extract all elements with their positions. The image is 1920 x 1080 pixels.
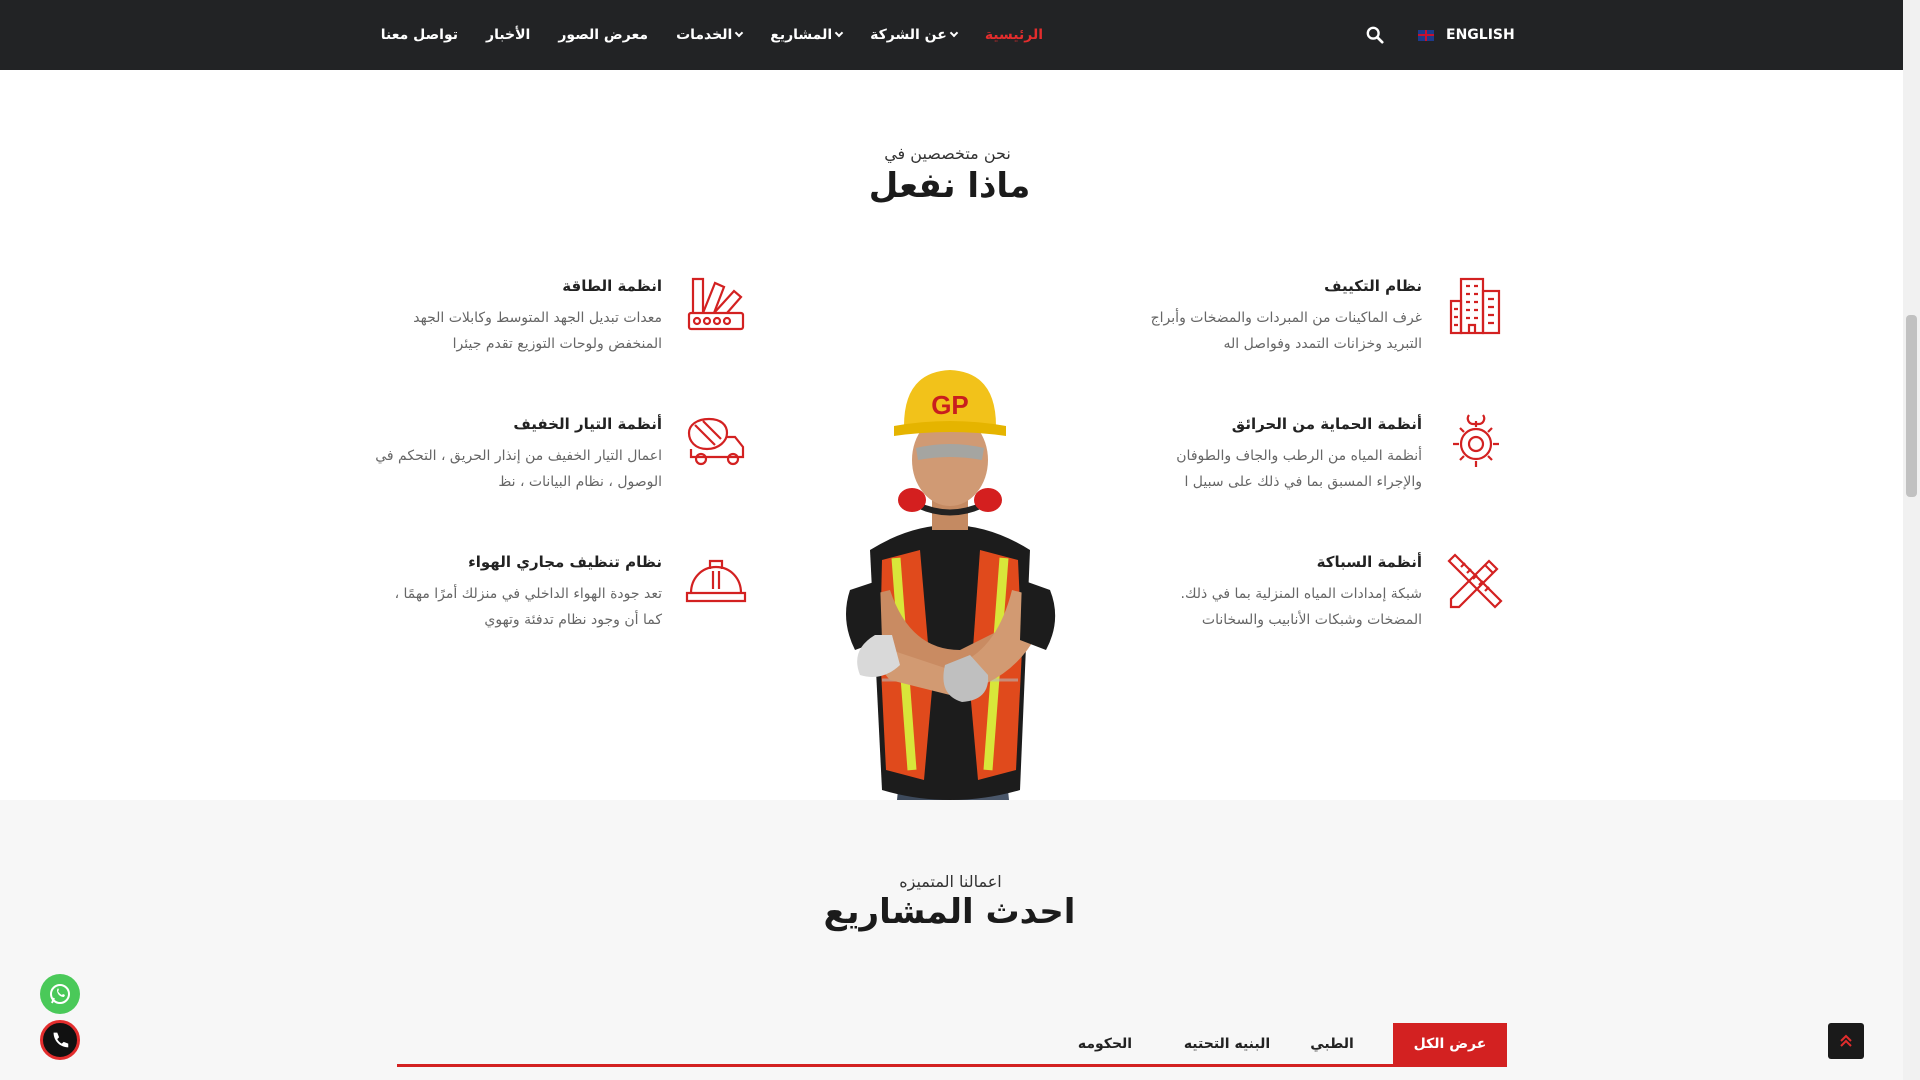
service-desc: غرف الماكينات من المبردات والمضخات وأبرا…	[1150, 310, 1422, 352]
service-duct-cleaning[interactable]: نظام تنظيف مجاري الهواء تعد جودة الهواء …	[367, 549, 747, 639]
service-title: أنظمة السباكة	[1316, 553, 1422, 571]
chevron-down-icon	[735, 28, 744, 38]
chevron-down-icon	[949, 28, 959, 38]
service-desc: اعمال التيار الخفيف من إنذار الحريق ، ال…	[375, 448, 662, 490]
service-ac[interactable]: نظام التكييف غرف الماكينات من المبردات و…	[1127, 273, 1507, 363]
nav-home[interactable]: الرئيسية	[985, 27, 1043, 43]
service-desc: أنظمة المياه من الرطب والجاف والطوفان وا…	[1176, 448, 1422, 490]
double-chevron-up-icon	[1840, 1034, 1852, 1047]
service-title: أنظمة التيار الخفيف	[513, 415, 662, 433]
chevron-down-icon	[834, 28, 844, 38]
nav-projects[interactable]: المشاريع	[770, 27, 844, 43]
call-button[interactable]	[40, 1020, 80, 1060]
whatsapp-button[interactable]	[40, 974, 80, 1014]
helmet-logo: GP	[931, 390, 969, 420]
viewport: ENGLISH الرئيسية عن الشركة المشاريع الخد…	[0, 0, 1920, 1080]
service-desc: معدات تبديل الجهد المتوسط وكابلات الجهد …	[413, 310, 662, 352]
nav-gallery[interactable]: معرض الصور	[558, 27, 648, 43]
service-title: أنظمة الحماية من الحرائق	[1231, 415, 1422, 433]
uk-flag-icon	[1418, 29, 1434, 41]
gear-wrench-icon	[1453, 414, 1499, 467]
service-title: انظمة الطاقة	[562, 277, 662, 295]
projects-filter-tabs: عرض الكل الطبي البنيه التحتيه الحكومه	[397, 1023, 1507, 1068]
service-fire[interactable]: أنظمة الحماية من الحرائق أنظمة المياه من…	[1127, 411, 1507, 501]
scrollbar-thumb[interactable]	[1906, 315, 1917, 497]
projects-title: احدث المشاريع	[823, 892, 1076, 932]
service-light-current[interactable]: أنظمة التيار الخفيف اعمال التيار الخفيف …	[367, 411, 747, 501]
service-desc: تعد جودة الهواء الداخلي في منزلك أمرًا م…	[394, 586, 662, 628]
nav-projects-label: المشاريع	[770, 27, 833, 43]
service-title: نظام التكييف	[1324, 277, 1422, 295]
service-plumbing[interactable]: أنظمة السباكة شبكة إمدادات المياه المنزل…	[1127, 549, 1507, 639]
pencil-ruler-icon	[1447, 553, 1503, 609]
language-switch[interactable]: ENGLISH	[1418, 0, 1515, 70]
nav-contact[interactable]: تواصل معنا	[381, 27, 458, 43]
swatches-icon	[687, 277, 745, 331]
mixer-truck-icon	[687, 417, 745, 466]
language-label: ENGLISH	[1446, 27, 1515, 43]
hard-hat-icon	[685, 559, 747, 603]
projects-eyebrow: اعمالنا المتميزه	[899, 872, 1002, 891]
services-eyebrow: نحن متخصصين في	[884, 144, 1011, 163]
nav-services-label: الخدمات	[676, 27, 733, 43]
whatsapp-icon	[50, 984, 70, 1004]
page-scrollbar[interactable]	[1903, 0, 1920, 1080]
nav-news[interactable]: الأخبار	[486, 27, 530, 43]
service-title: نظام تنظيف مجاري الهواء	[468, 553, 662, 571]
top-navbar: ENGLISH الرئيسية عن الشركة المشاريع الخد…	[0, 0, 1903, 70]
back-to-top-button[interactable]	[1828, 1023, 1864, 1059]
main-nav: الرئيسية عن الشركة المشاريع الخدمات معرض…	[367, 0, 1057, 70]
tabs-underline	[397, 1064, 1507, 1067]
buildings-icon	[1449, 277, 1501, 335]
tab-infrastructure[interactable]: البنيه التحتيه	[1172, 1023, 1282, 1065]
tab-government[interactable]: الحكومه	[1059, 1023, 1151, 1065]
services-section: نحن متخصصين في ماذا نفعل نظام التكييف غر…	[0, 70, 1903, 870]
tab-medical[interactable]: الطبي	[1292, 1023, 1372, 1065]
nav-services[interactable]: الخدمات	[676, 27, 744, 43]
service-power[interactable]: انظمة الطاقة معدات تبديل الجهد المتوسط و…	[367, 273, 747, 363]
nav-about-label: عن الشركة	[870, 27, 947, 43]
services-title: ماذا نفعل	[868, 166, 1031, 206]
tab-all[interactable]: عرض الكل	[1393, 1023, 1507, 1065]
nav-about[interactable]: عن الشركة	[870, 27, 959, 43]
phone-icon	[53, 1032, 69, 1048]
search-icon[interactable]	[1366, 26, 1384, 44]
worker-illustration: GP	[846, 370, 1056, 870]
service-desc: شبكة إمدادات المياه المنزلية بما في ذلك.…	[1180, 586, 1422, 628]
